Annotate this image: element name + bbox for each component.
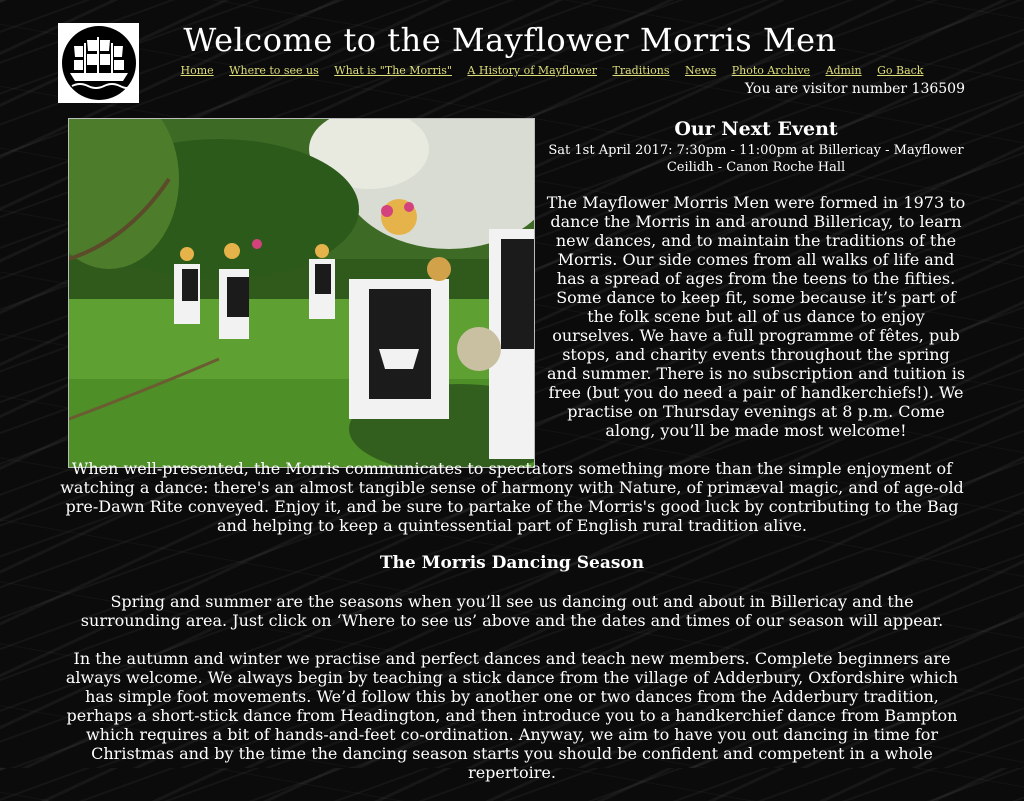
intro-paragraph: The Mayflower Morris Men were formed in … [546, 193, 966, 440]
nav-link-traditions[interactable]: Traditions [613, 64, 670, 77]
visitor-counter: You are visitor number 136509 [744, 81, 965, 97]
spring-paragraph: Spring and summer are the seasons when y… [80, 592, 944, 630]
photo-illustration [69, 119, 534, 467]
next-event-heading: Our Next Event [674, 118, 838, 140]
nav-link-admin[interactable]: Admin [826, 64, 862, 77]
presented-paragraph: When well-presented, the Morris communic… [60, 459, 964, 535]
next-event-detail: Sat 1st April 2017: 7:30pm - 11:00pm at … [548, 143, 964, 175]
main-content: When well-presented, the Morris communic… [58, 459, 966, 801]
nav-link-news[interactable]: News [685, 64, 716, 77]
morris-dancers-photo [68, 118, 535, 468]
nav-link-what-is-the-morris[interactable]: What is "The Morris" [334, 64, 452, 77]
season-heading: The Morris Dancing Season [379, 553, 645, 573]
ship-icon [61, 26, 136, 100]
nav-link-history[interactable]: A History of Mayflower [467, 64, 597, 77]
main-nav: Home Where to see us What is "The Morris… [150, 64, 954, 77]
page-title: Welcome to the Mayflower Morris Men [183, 21, 837, 59]
next-event-panel: Our Next Event Sat 1st April 2017: 7:30p… [546, 118, 966, 176]
logo[interactable] [58, 23, 139, 103]
nav-link-home[interactable]: Home [181, 64, 214, 77]
autumn-paragraph: In the autumn and winter we practise and… [65, 649, 959, 782]
nav-link-where-to-see-us[interactable]: Where to see us [229, 64, 319, 77]
nav-link-go-back[interactable]: Go Back [877, 64, 923, 77]
nav-link-photo-archive[interactable]: Photo Archive [732, 64, 810, 77]
